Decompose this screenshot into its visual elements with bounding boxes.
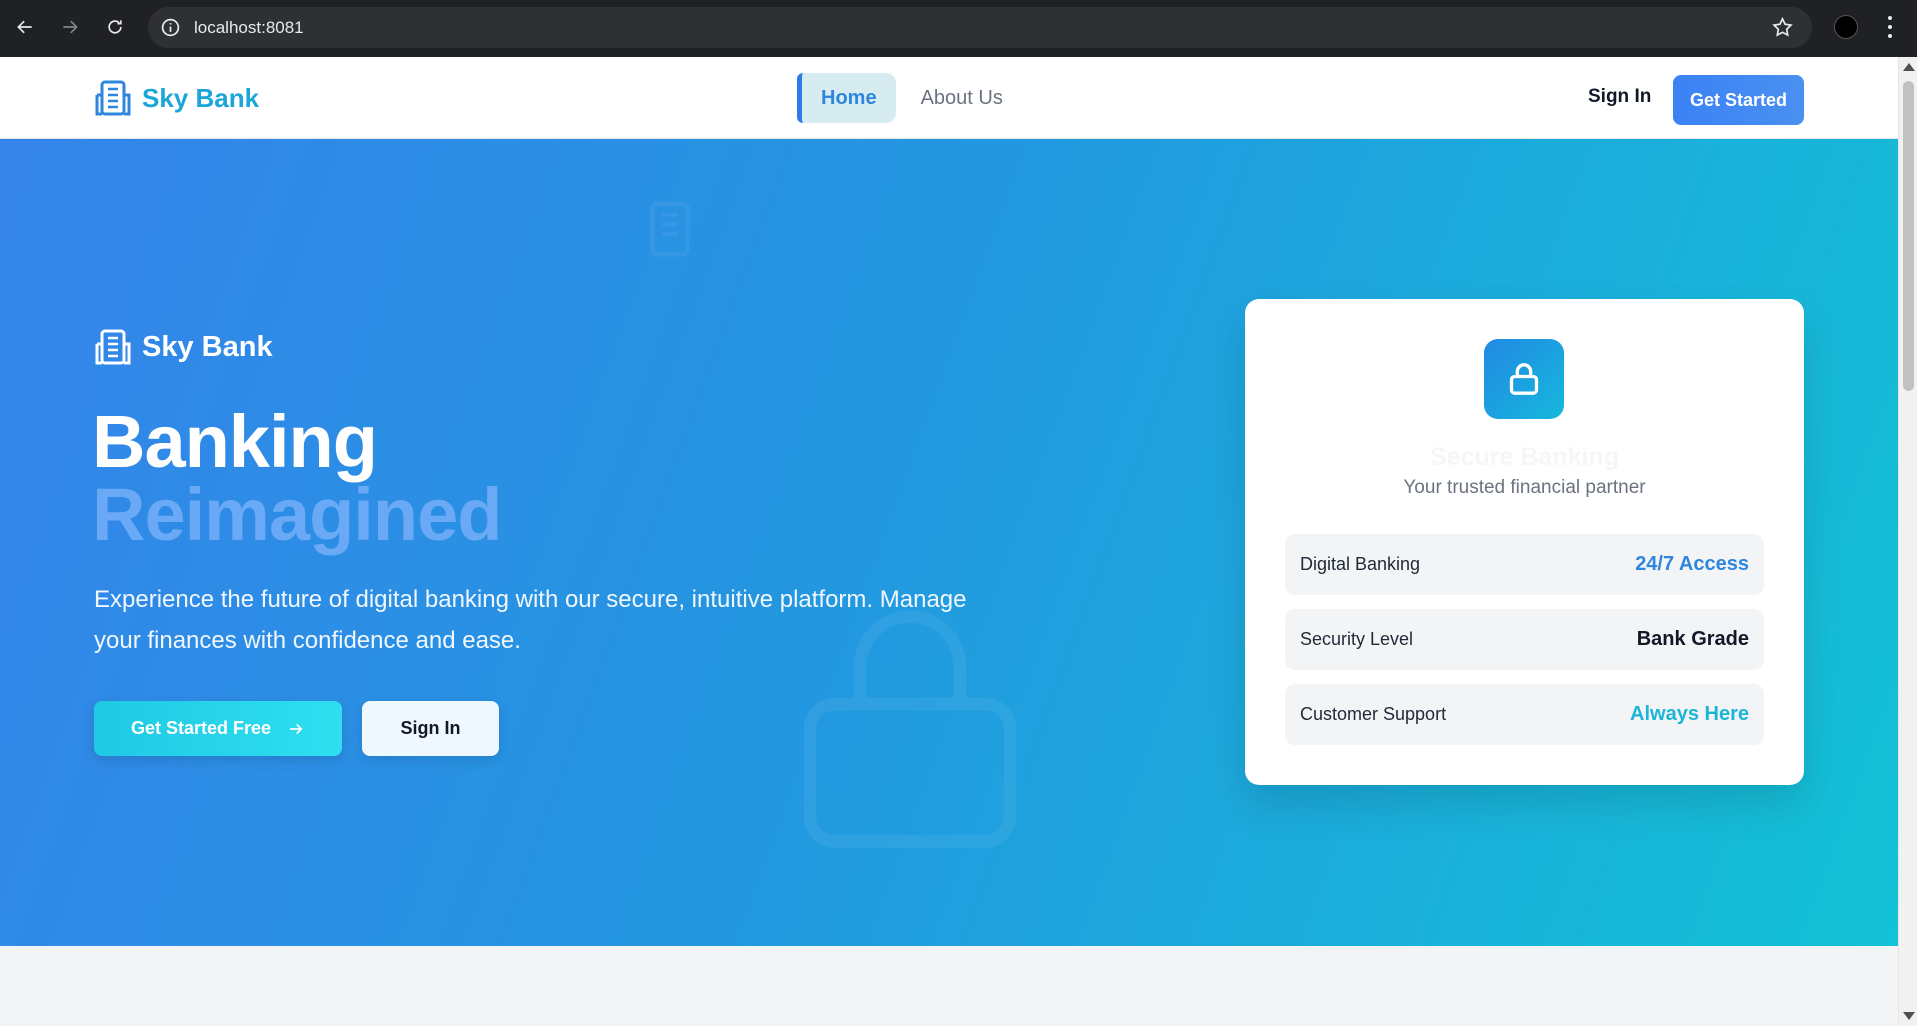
tab-about-us[interactable]: About Us xyxy=(902,73,1022,123)
hero-logo: Sky Bank xyxy=(94,328,273,366)
lock-badge xyxy=(1484,339,1564,419)
forward-arrow-icon xyxy=(63,20,78,34)
header-logo[interactable]: Sky Bank xyxy=(94,79,259,117)
page-viewport: Sky Bank Home About Us Sign In Get Start… xyxy=(0,57,1898,1026)
feature-value: Always Here xyxy=(1630,703,1749,725)
hero-brand-name: Sky Bank xyxy=(142,330,273,363)
get-started-free-button[interactable]: Get Started Free xyxy=(94,701,342,756)
back-arrow-icon xyxy=(17,20,32,34)
tab-home[interactable]: Home xyxy=(797,73,896,123)
forward-button[interactable] xyxy=(55,12,85,42)
browser-menu-icon[interactable] xyxy=(1880,14,1900,40)
main-nav: Home About Us xyxy=(797,73,1022,123)
card-title: Secure Banking xyxy=(1430,443,1619,471)
header-sign-in-link[interactable]: Sign In xyxy=(1588,86,1651,108)
info-icon[interactable] xyxy=(160,17,181,38)
brand-name: Sky Bank xyxy=(142,82,260,113)
site-header: Sky Bank Home About Us Sign In Get Start… xyxy=(0,57,1898,139)
feature-row-security-level: Security Level Bank Grade xyxy=(1285,609,1764,670)
reload-button[interactable] xyxy=(100,12,130,42)
secure-banking-card: Secure Banking Your trusted financial pa… xyxy=(1245,299,1804,785)
lock-icon xyxy=(1509,363,1539,395)
hero-title-line2: Reimagined xyxy=(92,473,502,556)
feature-row-customer-support: Customer Support Always Here xyxy=(1285,684,1764,745)
arrow-right-icon xyxy=(290,723,303,734)
back-button[interactable] xyxy=(10,12,40,42)
hero-description: Experience the future of digital banking… xyxy=(94,586,967,654)
feature-label: Customer Support xyxy=(1300,704,1447,724)
background-building-icon xyxy=(650,201,690,257)
scroll-down-icon[interactable] xyxy=(1903,1012,1915,1020)
page-scrollbar[interactable] xyxy=(1898,57,1917,1026)
browser-toolbar: localhost:8081 xyxy=(0,0,1917,57)
bookmark-star-icon[interactable] xyxy=(1771,16,1794,39)
card-subtitle: Your trusted financial partner xyxy=(1403,477,1646,498)
hero-section: Sky Bank Banking Reimagined Experience t… xyxy=(0,139,1898,946)
feature-value: Bank Grade xyxy=(1636,628,1749,650)
scroll-up-icon[interactable] xyxy=(1903,63,1915,71)
scrollbar-thumb[interactable] xyxy=(1903,81,1914,391)
profile-avatar-icon[interactable] xyxy=(1834,15,1858,39)
get-started-free-label: Get Started Free xyxy=(130,718,272,738)
address-bar[interactable]: localhost:8081 xyxy=(148,7,1812,48)
url-text[interactable]: localhost:8081 xyxy=(194,18,304,38)
feature-value: 24/7 Access xyxy=(1635,553,1749,575)
feature-label: Digital Banking xyxy=(1300,554,1421,574)
header-get-started-button[interactable]: Get Started xyxy=(1673,75,1804,125)
feature-label: Security Level xyxy=(1300,629,1414,649)
building-icon xyxy=(95,329,131,365)
hero-sign-in-button[interactable]: Sign In xyxy=(362,701,499,756)
reload-icon xyxy=(108,20,122,34)
feature-row-digital-banking: Digital Banking 24/7 Access xyxy=(1285,534,1764,595)
building-icon xyxy=(95,80,131,116)
